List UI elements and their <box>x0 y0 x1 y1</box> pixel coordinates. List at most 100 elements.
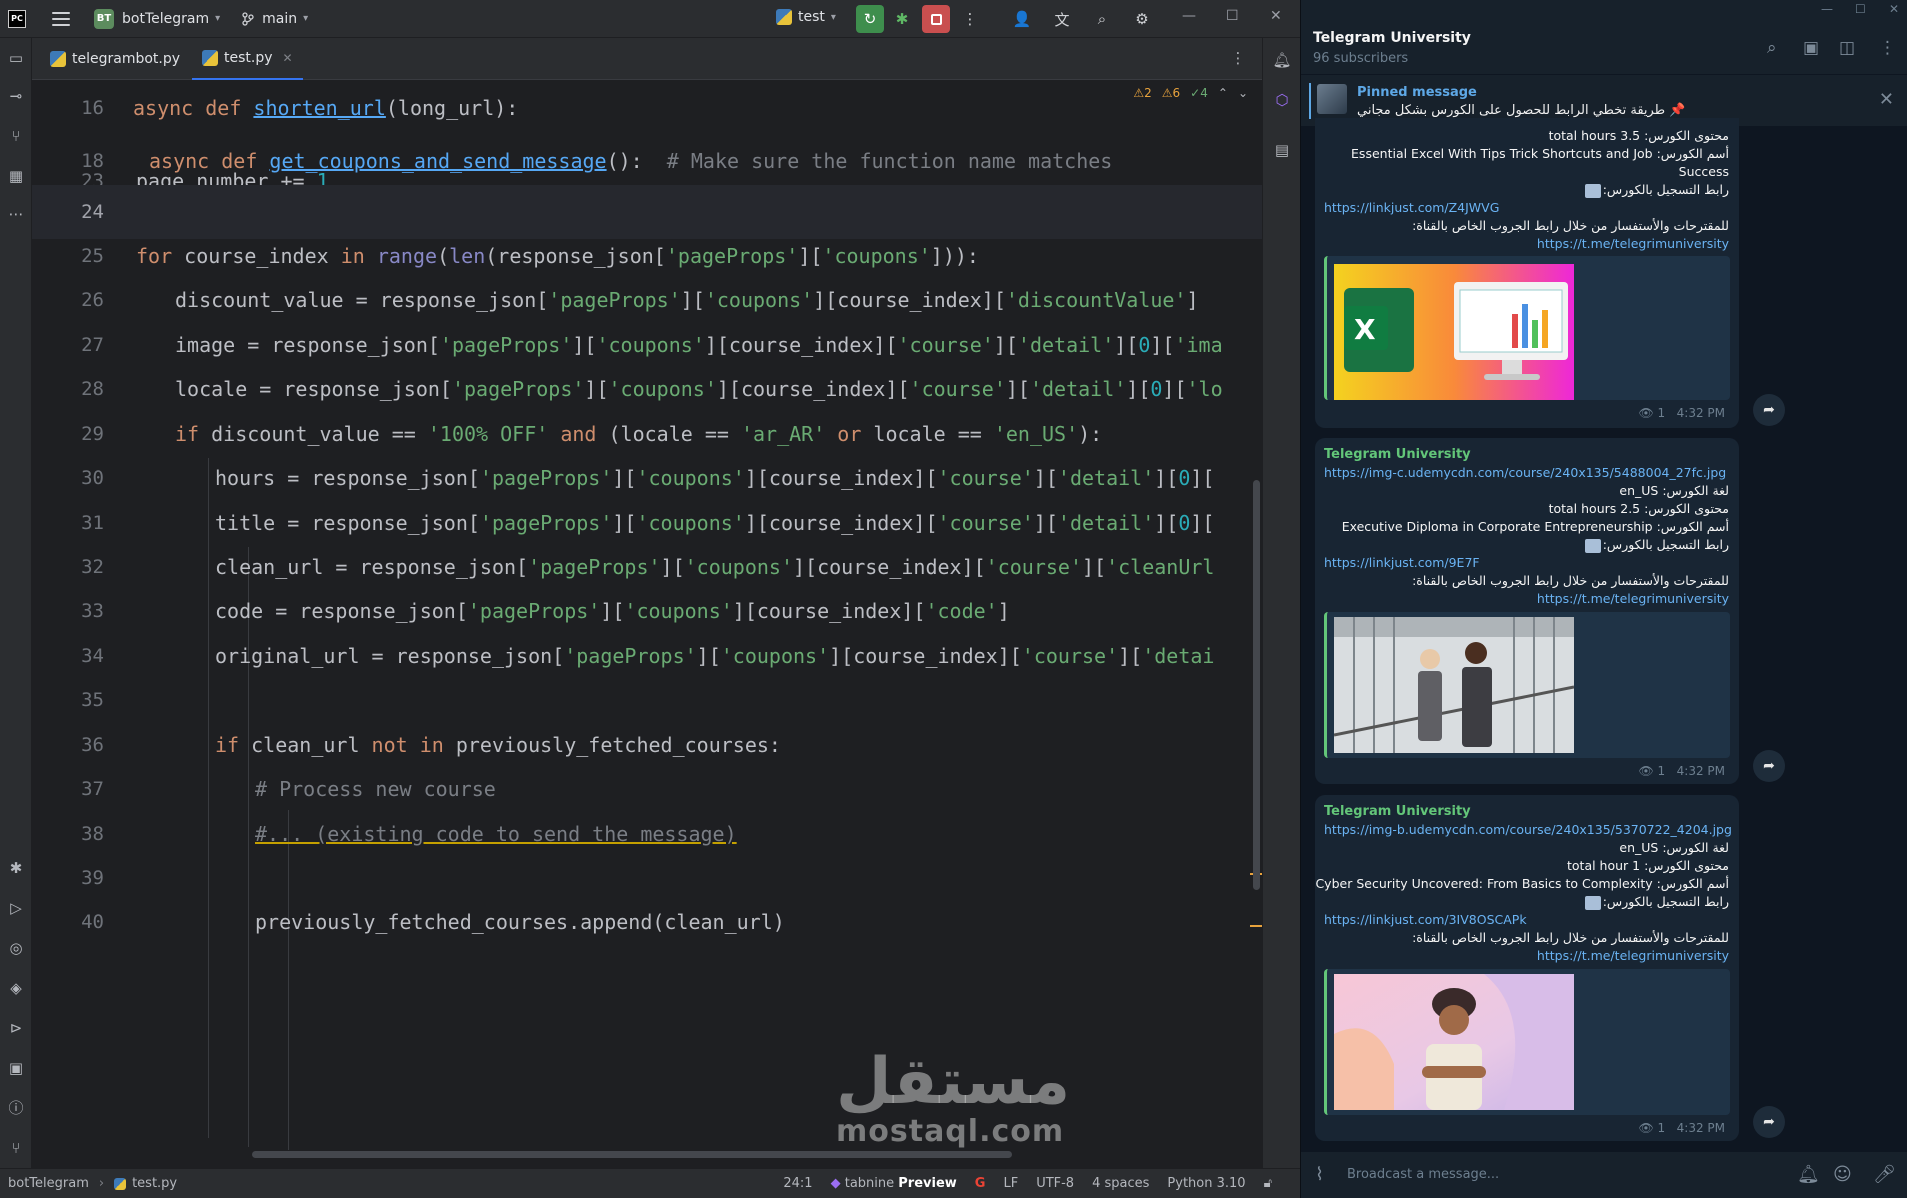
problems-icon[interactable]: ⓘ <box>6 1098 26 1118</box>
minimize-button[interactable]: — <box>1182 8 1196 24</box>
bug-icon: ✱ <box>895 10 909 28</box>
ide-titlebar: PC BT botTelegram ▾ main ▾ test ▾ ↻ ✱ ⋮ … <box>0 0 1300 38</box>
message-line: للمقترحات والأستفسار من خلال رابط الجروب… <box>1412 573 1729 588</box>
channel-post[interactable]: محتوى الكورس: total hours 3.5 أسم الكورس… <box>1315 118 1739 428</box>
lock-icon[interactable]: 🔓︎ <box>1264 1176 1272 1191</box>
pull-requests-icon[interactable]: ⑂ <box>6 126 26 146</box>
python-interpreter[interactable]: Python 3.10 <box>1167 1176 1245 1191</box>
attach-paperclip-icon[interactable]: ⌇ <box>1315 1164 1324 1185</box>
project-badge: BT <box>94 8 114 29</box>
services-icon[interactable]: ⊳ <box>6 1018 26 1038</box>
project-folder-icon[interactable]: ▭ <box>6 48 26 68</box>
tab-test-py[interactable]: test.py ✕ <box>192 38 303 80</box>
vcs-branch-selector[interactable]: main ▾ <box>242 11 308 27</box>
rerun-button[interactable]: ↻ <box>856 5 884 33</box>
forward-button[interactable]: ➦ <box>1753 1106 1785 1138</box>
indent-setting[interactable]: 4 spaces <box>1092 1176 1149 1191</box>
message-line: لغة الكورس: en_US <box>1619 483 1729 498</box>
horizontal-scrollbar[interactable] <box>252 1151 1012 1158</box>
more-tools-icon[interactable]: ⋯ <box>6 204 26 224</box>
link-preview[interactable] <box>1324 612 1730 758</box>
link-preview[interactable]: X <box>1324 256 1730 400</box>
python-file-icon <box>114 1177 127 1190</box>
add-user-button[interactable]: 👤 <box>1008 5 1036 33</box>
vertical-scrollbar[interactable] <box>1253 480 1260 890</box>
channel-header[interactable]: — ☐ ✕ Telegram University 96 subscribers… <box>1301 0 1907 74</box>
registration-link[interactable]: https://linkjust.com/9E7F <box>1324 555 1480 570</box>
link-preview[interactable] <box>1324 969 1730 1115</box>
notifications-bell-icon[interactable]: 🔔︎ <box>1797 1164 1820 1185</box>
breadcrumb-file[interactable]: test.py <box>132 1176 177 1191</box>
registration-link[interactable]: https://linkjust.com/3IV8OSCAPk <box>1324 912 1527 927</box>
live-stream-icon[interactable]: ▣ <box>1803 38 1819 58</box>
minimize-button[interactable]: — <box>1821 2 1833 16</box>
pinned-thumbnail <box>1317 84 1347 114</box>
caret-position[interactable]: 24:1 <box>783 1176 812 1191</box>
git-branch-icon <box>242 11 254 26</box>
file-encoding[interactable]: UTF-8 <box>1036 1176 1074 1191</box>
pycharm-logo-icon: PC <box>8 9 26 28</box>
more-actions-button[interactable]: ⋮ <box>956 5 984 33</box>
commit-icon[interactable]: ⊸ <box>6 86 26 106</box>
close-window-button[interactable]: ✕ <box>1889 2 1899 16</box>
run-configuration-selector[interactable]: test ▾ <box>776 9 836 25</box>
stop-button[interactable] <box>922 5 950 33</box>
tab-label: test.py <box>224 50 273 66</box>
tab-options-icon[interactable]: ⋮ <box>1228 48 1248 68</box>
post-sender: Telegram University <box>1324 447 1471 462</box>
channel-post[interactable]: Telegram University https://img-b.udemyc… <box>1315 795 1739 1141</box>
search-button[interactable]: ⌕ <box>1088 5 1116 33</box>
channel-post[interactable]: Telegram University https://img-c.udemyc… <box>1315 438 1739 784</box>
terminal-icon[interactable]: ▣ <box>6 1058 26 1078</box>
project-selector[interactable]: BT botTelegram ▾ <box>94 8 220 29</box>
line-separator[interactable]: LF <box>1003 1176 1018 1191</box>
broadcast-input[interactable]: Broadcast a message... <box>1347 1167 1499 1182</box>
maximize-button[interactable]: ☐ <box>1226 8 1239 24</box>
debug-button[interactable]: ✱ <box>888 5 916 33</box>
code-line-16: 16 async def shorten_url(long_url): <box>81 96 519 120</box>
microphone-icon[interactable]: 🎤︎ <box>1873 1164 1896 1185</box>
close-tab-icon[interactable]: ✕ <box>283 51 293 65</box>
image-link[interactable]: https://img-b.udemycdn.com/course/240x13… <box>1324 822 1732 837</box>
tabnine-status[interactable]: ◆ tabnine Preview <box>831 1176 957 1191</box>
message-line: رابط التسجيل بالكورس: <box>1584 182 1729 198</box>
structure-icon[interactable]: ▦ <box>6 166 26 186</box>
sidebar-toggle-icon[interactable]: ◫ <box>1839 38 1855 58</box>
message-line: رابط التسجيل بالكورس: <box>1584 537 1729 553</box>
group-link[interactable]: https://t.me/telegrimuniversity <box>1537 236 1729 251</box>
message-line: محتوى الكورس: total hours 3.5 <box>1548 128 1729 143</box>
right-tool-strip: 🔔︎ ⬡ ▤ <box>1262 38 1300 1178</box>
tab-telegrambot-py[interactable]: telegrambot.py <box>40 38 190 80</box>
settings-button[interactable]: ⚙ <box>1128 5 1156 33</box>
forward-button[interactable]: ➦ <box>1753 750 1785 782</box>
code-editor[interactable]: ⚠2 ⚠6 ✓4 ⌃ ⌄ 16 async def shorten_url(lo… <box>32 80 1262 1162</box>
close-icon[interactable]: ✕ <box>1879 89 1894 110</box>
registration-link[interactable]: https://linkjust.com/Z4JWVG <box>1324 200 1499 215</box>
more-vertical-icon[interactable]: ⋮ <box>1879 38 1896 58</box>
translate-button[interactable]: 文 <box>1048 5 1076 33</box>
image-link[interactable]: https://img-c.udemycdn.com/course/240x13… <box>1324 465 1726 480</box>
group-link[interactable]: https://t.me/telegrimuniversity <box>1537 591 1729 606</box>
left-tool-strip: ▭ ⊸ ⑂ ▦ ⋯ ✱ ▷ ◎ ◈ ⊳ ▣ ⓘ ⑂ <box>0 38 32 1178</box>
google-icon[interactable]: G <box>975 1176 986 1191</box>
layers-icon[interactable]: ◈ <box>6 978 26 998</box>
message-line: محتوى الكورس: total hour 1 <box>1567 858 1729 873</box>
database-icon[interactable]: ▤ <box>1272 140 1292 160</box>
close-window-button[interactable]: ✕ <box>1270 8 1282 24</box>
run-tool-icon[interactable]: ▷ <box>6 898 26 918</box>
ide-window: PC BT botTelegram ▾ main ▾ test ▾ ↻ ✱ ⋮ … <box>0 0 1300 1198</box>
notifications-bell-icon[interactable]: 🔔︎ <box>1272 50 1292 70</box>
emoji-icon[interactable]: ☺ <box>1833 1164 1852 1185</box>
main-menu-icon[interactable] <box>52 11 70 26</box>
search-icon[interactable]: ⌕ <box>1767 38 1777 58</box>
git-tool-icon[interactable]: ⑂ <box>6 1138 26 1158</box>
forward-button[interactable]: ➦ <box>1753 394 1785 426</box>
python-console-icon[interactable]: ◎ <box>6 938 26 958</box>
branch-name: main <box>262 10 298 27</box>
maximize-button[interactable]: ☐ <box>1855 2 1866 16</box>
group-link[interactable]: https://t.me/telegrimuniversity <box>1537 948 1729 963</box>
ai-assistant-icon[interactable]: ⬡ <box>1272 90 1292 110</box>
debug-tool-icon[interactable]: ✱ <box>6 858 26 878</box>
breadcrumb-project[interactable]: botTelegram <box>8 1176 89 1191</box>
warning-marker[interactable] <box>1250 925 1262 927</box>
